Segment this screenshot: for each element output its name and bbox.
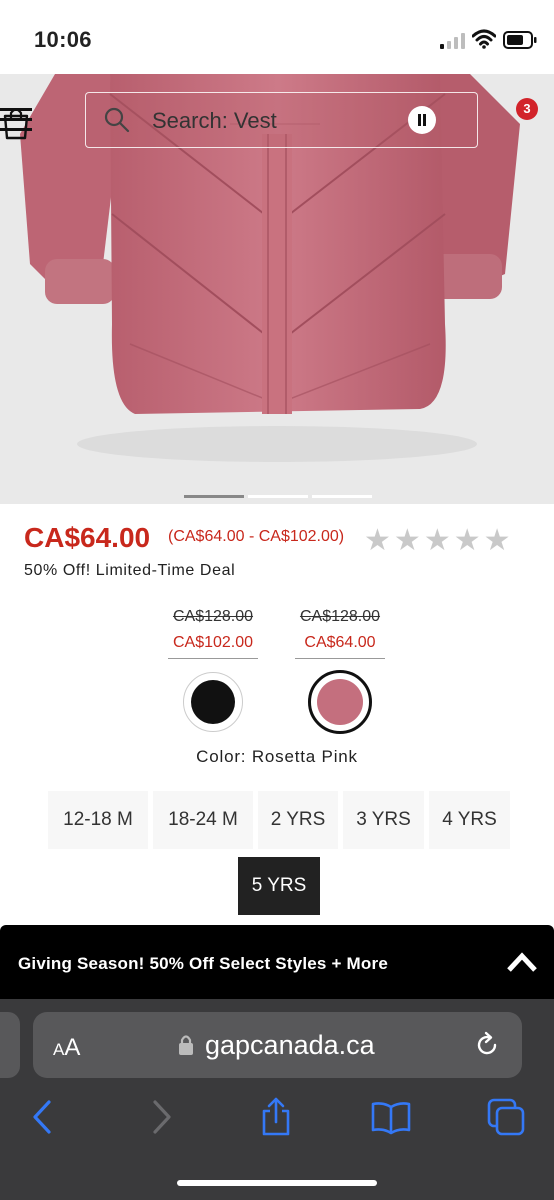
battery-icon [503, 31, 537, 49]
swatch-sale-price: CA$64.00 [295, 634, 385, 659]
address-bar[interactable]: AA gapcanada.ca [33, 1012, 522, 1078]
previous-tab-preview[interactable] [0, 1012, 20, 1078]
back-arrow-icon[interactable] [22, 1097, 62, 1137]
share-icon[interactable] [256, 1097, 296, 1137]
url-text: gapcanada.ca [205, 1030, 375, 1060]
browser-toolbar: AA gapcanada.ca [0, 999, 554, 1200]
reload-icon[interactable] [473, 1031, 501, 1059]
bookmarks-icon[interactable] [371, 1097, 411, 1137]
shopping-bag-icon[interactable] [0, 106, 32, 140]
size-option-12-18m[interactable]: 12-18 M [48, 791, 148, 849]
deal-text: 50% Off! Limited-Time Deal [24, 562, 236, 579]
size-option-5yrs[interactable]: 5 YRS [238, 857, 320, 915]
pause-button[interactable] [408, 106, 436, 134]
wifi-icon [472, 29, 496, 49]
star-rating[interactable]: ★ ★ ★ ★ ★ [364, 526, 511, 556]
product-image[interactable]: Search: Vest 3 [0, 74, 554, 504]
search-placeholder: Search: Vest [152, 108, 277, 133]
price-row: CA$64.00 (CA$64.00 - CA$102.00) ★ ★ ★ ★ … [24, 522, 534, 558]
original-price: CA$128.00 [299, 608, 381, 625]
cellular-signal-icon [440, 33, 465, 49]
star-icon: ★ [393, 523, 421, 558]
promo-text: Giving Season! 50% Off Select Styles + M… [18, 954, 388, 973]
price-range: (CA$64.00 - CA$102.00) [168, 528, 345, 545]
home-indicator [177, 1180, 377, 1186]
size-option-3yrs[interactable]: 3 YRS [343, 791, 424, 849]
lock-icon [179, 1035, 193, 1055]
sale-price: CA$64.00 [24, 522, 151, 553]
swatch-sale-price: CA$102.00 [168, 634, 258, 659]
swatch-price-black: CA$128.00 CA$102.00 [168, 608, 258, 659]
tabs-icon[interactable] [486, 1097, 526, 1137]
carousel-dot[interactable] [248, 495, 308, 498]
size-option-4yrs[interactable]: 4 YRS [429, 791, 510, 849]
star-icon: ★ [364, 523, 391, 558]
status-bar: 10:06 [0, 0, 554, 74]
size-option-18-24m[interactable]: 18-24 M [153, 791, 253, 849]
reader-settings-button[interactable]: AA [53, 1034, 80, 1062]
status-time: 10:06 [34, 27, 92, 52]
swatch-price-pink: CA$128.00 CA$64.00 [295, 608, 385, 659]
color-swatch-black[interactable] [183, 672, 243, 732]
forward-arrow-icon[interactable] [142, 1097, 182, 1137]
chevron-up-icon[interactable] [506, 951, 538, 973]
carousel-dot[interactable] [184, 495, 244, 498]
promo-banner[interactable]: Giving Season! 50% Off Select Styles + M… [0, 925, 554, 999]
original-price: CA$128.00 [172, 608, 254, 625]
carousel-dot[interactable] [312, 495, 372, 498]
cart-count-badge: 3 [516, 98, 538, 120]
star-icon: ★ [453, 523, 481, 558]
selected-color-label: Color: Rosetta Pink [196, 747, 358, 766]
color-swatch-rosetta-pink[interactable] [308, 670, 372, 734]
search-icon [104, 107, 130, 133]
carousel-indicator [184, 495, 372, 498]
star-icon: ★ [483, 523, 511, 558]
size-option-2yrs[interactable]: 2 YRS [258, 791, 338, 849]
star-icon: ★ [423, 523, 451, 558]
